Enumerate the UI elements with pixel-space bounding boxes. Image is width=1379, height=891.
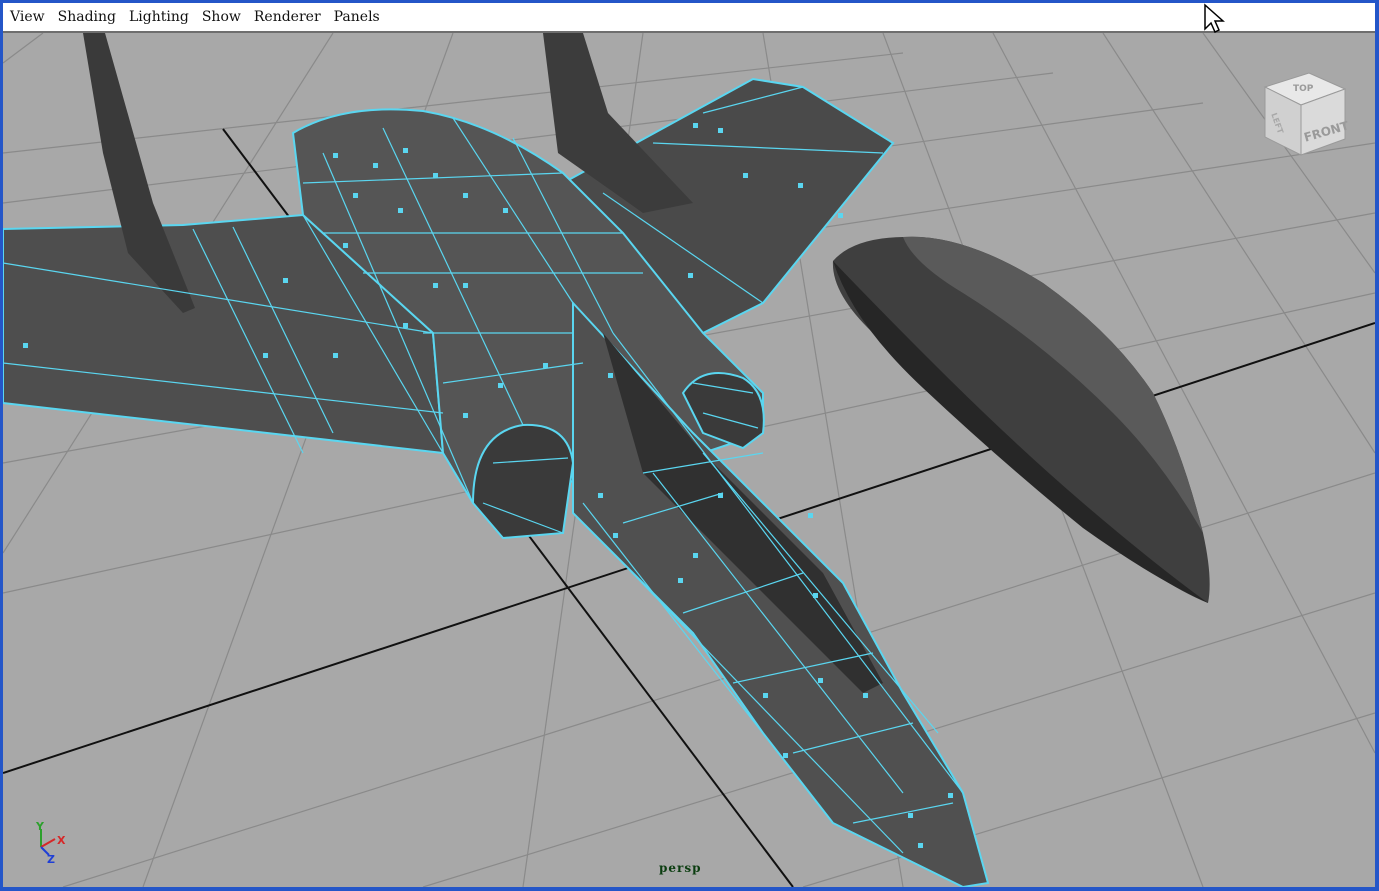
viewport-scene: TOP FRONT LEFT Y X Z <box>3 33 1375 887</box>
view-cube[interactable]: TOP FRONT LEFT <box>1263 72 1351 156</box>
axis-z-label: Z <box>47 853 55 866</box>
menu-lighting[interactable]: Lighting <box>122 9 195 25</box>
maya-viewport-window: View Shading Lighting Show Renderer Pane… <box>3 3 1375 887</box>
menu-view[interactable]: View <box>3 9 51 25</box>
viewport-menubar: View Shading Lighting Show Renderer Pane… <box>3 3 1375 33</box>
axis-gizmo: Y X Z <box>35 820 66 866</box>
aircraft-mesh <box>3 33 990 887</box>
camera-name-label: persp <box>659 861 702 875</box>
view-cube-top-label[interactable]: TOP <box>1293 84 1314 94</box>
menu-shading[interactable]: Shading <box>51 9 122 25</box>
mouse-cursor-icon <box>1204 3 1225 34</box>
menu-renderer[interactable]: Renderer <box>247 9 327 25</box>
perspective-viewport[interactable]: TOP FRONT LEFT Y X Z <box>3 33 1375 887</box>
menu-show[interactable]: Show <box>195 9 247 25</box>
pod-mesh <box>832 236 1210 603</box>
axis-y-label: Y <box>35 820 45 833</box>
menu-panels[interactable]: Panels <box>327 9 386 25</box>
axis-x-label: X <box>57 834 66 847</box>
